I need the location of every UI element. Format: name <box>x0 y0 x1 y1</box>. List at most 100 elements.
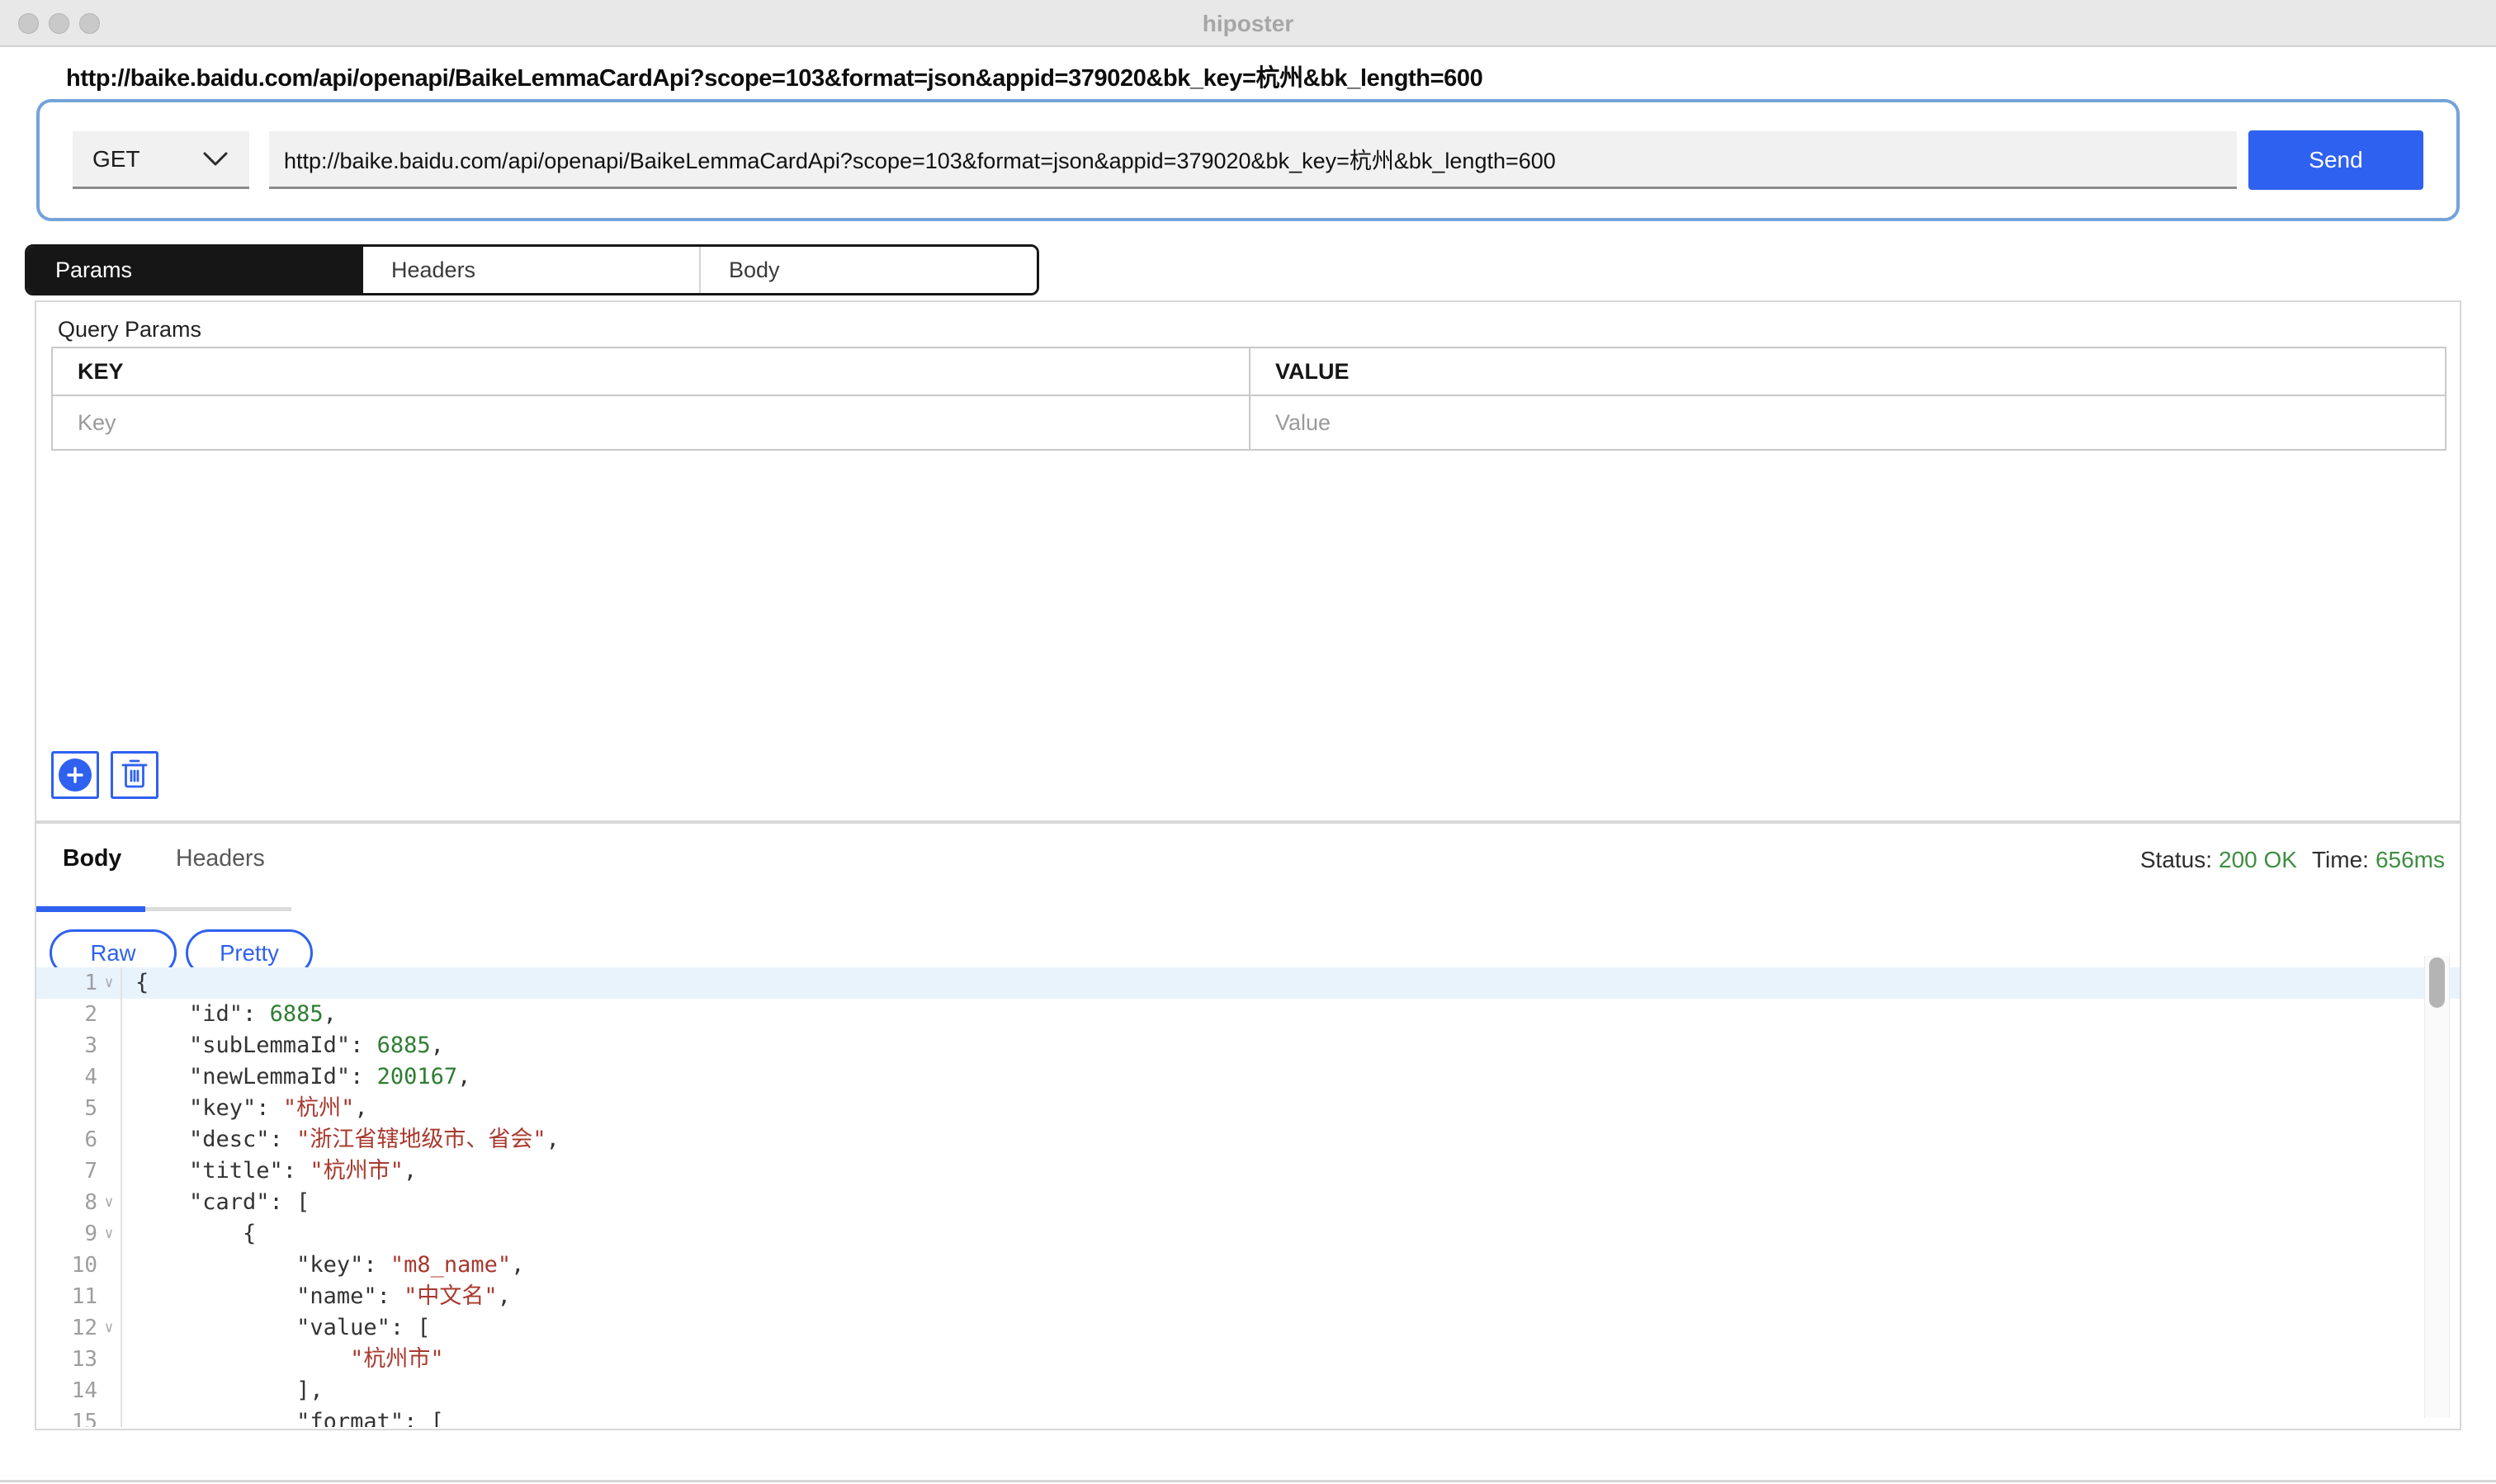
code-line-text: "newLemmaId": 200167, <box>122 1061 470 1093</box>
line-gutter: 3 <box>36 1030 122 1061</box>
line-number: 6 <box>36 1124 97 1156</box>
time-label: Time: <box>2312 847 2369 872</box>
value-header-cell: VALUE <box>1249 348 2445 395</box>
response-panel: Body Headers Status:200 OKTime:656ms Raw… <box>35 822 2461 1430</box>
line-gutter: 12∨ <box>36 1312 122 1344</box>
param-row-buttons <box>51 751 158 799</box>
code-line: 4 "newLemmaId": 200167, <box>36 1061 2460 1093</box>
code-line: 14 ], <box>36 1375 2460 1406</box>
code-line-text: "key": "m8_name", <box>122 1250 524 1281</box>
add-param-button[interactable] <box>51 751 99 799</box>
fold-spacer <box>97 1093 121 1124</box>
line-number: 14 <box>36 1375 97 1406</box>
fold-spacer <box>97 1250 121 1281</box>
inactive-tab-underline <box>145 907 291 911</box>
line-number: 10 <box>36 1250 97 1281</box>
code-line-text: "id": 6885, <box>122 999 337 1030</box>
line-number: 3 <box>36 1030 97 1061</box>
line-gutter: 8∨ <box>36 1187 122 1218</box>
code-line-text: { <box>122 967 149 999</box>
line-number: 11 <box>36 1281 97 1312</box>
line-gutter: 6 <box>36 1124 122 1156</box>
plus-icon <box>59 759 92 792</box>
fold-spacer <box>97 1156 121 1187</box>
request-url-heading: http://baike.baidu.com/api/openapi/Baike… <box>66 59 1482 93</box>
table-header-row: KEY VALUE <box>53 348 2445 396</box>
line-number: 1 <box>36 967 97 999</box>
line-gutter: 5 <box>36 1093 122 1124</box>
value-input-cell <box>1249 396 2445 449</box>
response-tab-headers[interactable]: Headers <box>176 845 265 872</box>
fold-spacer <box>97 1030 121 1061</box>
send-button[interactable]: Send <box>2248 130 2423 190</box>
tab-params[interactable]: Params <box>27 247 363 293</box>
query-params-title: Query Params <box>58 317 201 343</box>
fold-spacer <box>97 1061 121 1093</box>
scrollbar-thumb[interactable] <box>2429 957 2445 1008</box>
code-line: 13 "杭州市" <box>36 1344 2460 1375</box>
param-value-input[interactable] <box>1250 396 2445 449</box>
delete-param-button[interactable] <box>111 751 158 799</box>
window-bottom-edge <box>0 1480 2496 1482</box>
hiposter-window: hiposter http://baike.baidu.com/api/open… <box>0 0 2496 1484</box>
line-number: 9 <box>36 1218 97 1250</box>
tab-headers[interactable]: Headers <box>363 247 699 293</box>
param-key-input[interactable] <box>53 396 1249 449</box>
line-number: 15 <box>36 1406 97 1427</box>
code-line-text: "desc": "浙江省辖地级市、省会", <box>122 1124 560 1156</box>
fold-arrow-icon[interactable]: ∨ <box>97 967 121 999</box>
code-line-text: "杭州市" <box>122 1344 444 1375</box>
line-number: 12 <box>36 1312 97 1344</box>
line-number: 13 <box>36 1344 97 1375</box>
response-scrollbar[interactable] <box>2424 956 2450 1418</box>
line-gutter: 9∨ <box>36 1218 122 1250</box>
code-line: 15 "format": [ <box>36 1406 2460 1427</box>
status-value: 200 OK <box>2219 847 2297 872</box>
fold-spacer <box>97 1124 121 1156</box>
method-select[interactable]: GET <box>73 131 249 189</box>
code-line-text: "format": [ <box>122 1406 444 1427</box>
code-line: 7 "title": "杭州市", <box>36 1156 2460 1187</box>
fold-arrow-icon[interactable]: ∨ <box>97 1312 121 1344</box>
code-line-text: "key": "杭州", <box>122 1093 368 1124</box>
trash-icon <box>121 759 149 792</box>
response-tab-body[interactable]: Body <box>63 845 121 872</box>
table-row <box>53 396 2445 449</box>
query-params-panel: Query Params KEY VALUE <box>35 300 2461 822</box>
fold-spacer <box>97 999 121 1030</box>
fold-arrow-icon[interactable]: ∨ <box>97 1218 121 1250</box>
code-line-text: "card": [ <box>122 1187 310 1218</box>
key-column-header: KEY <box>78 359 124 385</box>
line-gutter: 10 <box>36 1250 122 1281</box>
response-code[interactable]: 1∨{2 "id": 6885,3 "subLemmaId": 6885,4 "… <box>36 954 2460 1427</box>
time-value: 656ms <box>2375 847 2445 872</box>
window-title: hiposter <box>0 11 2496 37</box>
tab-body[interactable]: Body <box>699 247 1037 293</box>
code-line: 10 "key": "m8_name", <box>36 1250 2460 1281</box>
line-gutter: 13 <box>36 1344 122 1375</box>
request-bar: GET Send <box>36 99 2460 221</box>
request-tabs: Params Headers Body <box>25 244 1039 295</box>
titlebar: hiposter <box>0 0 2496 47</box>
line-gutter: 14 <box>36 1375 122 1406</box>
fold-arrow-icon[interactable]: ∨ <box>97 1187 121 1218</box>
line-gutter: 7 <box>36 1156 122 1187</box>
code-line-text: "name": "中文名", <box>122 1281 511 1312</box>
key-header-cell: KEY <box>53 348 1249 395</box>
status-label: Status: <box>2140 847 2212 872</box>
line-gutter: 2 <box>36 999 122 1030</box>
fold-spacer <box>97 1406 121 1427</box>
fold-spacer <box>97 1344 121 1375</box>
code-line: 1∨{ <box>36 967 2460 999</box>
chevron-down-icon <box>201 150 229 168</box>
status-line: Status: 200 OK Time:656ms <box>2140 847 2445 873</box>
url-input[interactable] <box>269 131 2237 189</box>
line-gutter: 4 <box>36 1061 122 1093</box>
line-number: 5 <box>36 1093 97 1124</box>
line-number: 4 <box>36 1061 97 1093</box>
code-line-text: "value": [ <box>122 1312 431 1344</box>
code-line: 3 "subLemmaId": 6885, <box>36 1030 2460 1061</box>
active-tab-underline <box>36 906 145 912</box>
line-number: 2 <box>36 999 97 1030</box>
code-line-text: { <box>122 1218 256 1250</box>
